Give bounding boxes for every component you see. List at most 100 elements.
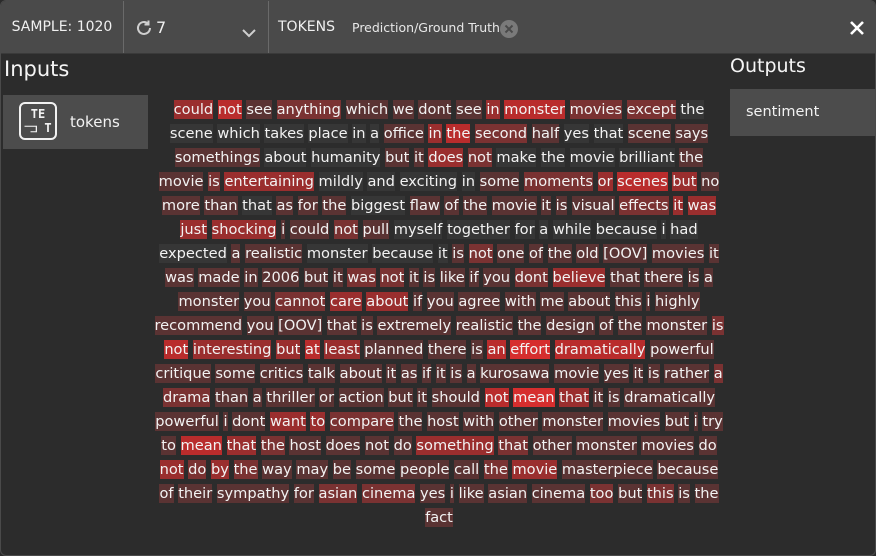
token[interactable]: the xyxy=(233,460,258,479)
token[interactable]: is xyxy=(678,484,690,503)
token[interactable]: expected xyxy=(159,244,227,263)
token[interactable]: least xyxy=(324,340,360,359)
token[interactable]: the xyxy=(617,316,642,335)
token[interactable]: [OOV] xyxy=(278,316,323,335)
token[interactable]: of xyxy=(528,244,544,263)
output-field-sentiment[interactable]: sentiment xyxy=(730,89,875,136)
token[interactable]: interesting xyxy=(192,340,272,359)
token[interactable]: the xyxy=(679,148,704,167)
token[interactable]: mean xyxy=(180,436,222,455)
token[interactable]: monster xyxy=(646,316,708,335)
token[interactable]: while xyxy=(552,220,592,239)
token[interactable]: in xyxy=(428,124,442,143)
token[interactable]: movie xyxy=(569,148,615,167)
token[interactable]: monster xyxy=(504,100,565,119)
token[interactable]: the xyxy=(483,460,508,479)
token[interactable]: with xyxy=(504,292,536,311)
token[interactable]: old xyxy=(576,244,599,263)
chevron-down-icon[interactable] xyxy=(241,23,257,42)
token[interactable]: but xyxy=(304,268,329,287)
token[interactable]: if xyxy=(422,364,432,383)
token[interactable]: place xyxy=(308,124,348,143)
token[interactable]: about xyxy=(264,148,307,167)
token[interactable]: not xyxy=(164,340,189,359)
token[interactable]: realistic xyxy=(245,244,303,263)
token[interactable]: realistic xyxy=(455,316,513,335)
token[interactable]: it xyxy=(435,364,446,383)
token[interactable]: about xyxy=(339,364,382,383)
token[interactable]: effects xyxy=(619,196,669,215)
token[interactable]: should xyxy=(431,388,480,407)
sample-indicator[interactable]: SAMPLE: 1020 xyxy=(1,1,124,53)
token[interactable]: me xyxy=(540,292,564,311)
token[interactable]: made xyxy=(198,268,240,287)
token[interactable]: other xyxy=(532,436,572,455)
token[interactable]: the xyxy=(694,484,719,503)
token[interactable]: something xyxy=(416,436,494,455)
token[interactable]: somethings xyxy=(174,148,260,167)
token[interactable]: see xyxy=(246,100,272,119)
token[interactable]: critics xyxy=(259,364,304,383)
token[interactable]: the xyxy=(463,196,488,215)
token[interactable]: drama xyxy=(162,388,211,407)
token[interactable]: office xyxy=(383,124,424,143)
token[interactable]: yes xyxy=(603,364,629,383)
token[interactable]: critique xyxy=(155,364,211,383)
token[interactable]: you xyxy=(246,316,274,335)
token[interactable]: it xyxy=(417,388,427,407)
token[interactable]: powerful xyxy=(650,340,714,359)
token[interactable]: an xyxy=(487,340,506,359)
token[interactable]: want xyxy=(269,412,306,431)
seed-selector[interactable]: 7 xyxy=(124,1,269,53)
token[interactable]: together xyxy=(447,220,510,239)
token[interactable]: the xyxy=(547,244,572,263)
token[interactable]: which xyxy=(217,124,260,143)
input-field-tokens[interactable]: TE ⫎ T tokens xyxy=(3,95,148,149)
token[interactable]: is xyxy=(687,268,700,287)
token[interactable]: pull xyxy=(362,220,390,239)
token[interactable]: there xyxy=(427,340,467,359)
token[interactable]: recommend xyxy=(154,316,243,335)
token[interactable]: dramatically xyxy=(554,340,646,359)
token[interactable]: biggest xyxy=(350,196,406,215)
token[interactable]: not xyxy=(333,220,358,239)
token[interactable]: you xyxy=(426,292,454,311)
token[interactable]: yes xyxy=(420,484,446,503)
token[interactable]: movies xyxy=(651,244,705,263)
token[interactable]: if xyxy=(469,268,479,287)
token[interactable]: cinema xyxy=(361,484,416,503)
token[interactable]: moments xyxy=(524,172,593,191)
token[interactable]: the xyxy=(680,100,705,119)
token[interactable]: host xyxy=(289,436,321,455)
token[interactable]: scene xyxy=(627,124,671,143)
token[interactable]: dont xyxy=(232,412,266,431)
token[interactable]: action xyxy=(338,388,384,407)
close-icon[interactable] xyxy=(849,20,865,40)
token[interactable]: but xyxy=(388,388,413,407)
token[interactable]: if xyxy=(413,292,423,311)
token[interactable]: this xyxy=(646,484,674,503)
token[interactable]: second xyxy=(475,124,528,143)
token[interactable]: yes xyxy=(563,124,589,143)
token[interactable]: rather xyxy=(664,364,710,383)
token[interactable]: dont xyxy=(514,268,548,287)
token[interactable]: not xyxy=(217,100,242,119)
token[interactable]: monster xyxy=(576,436,637,455)
token[interactable]: it xyxy=(541,196,552,215)
token[interactable]: believe xyxy=(552,268,606,287)
token[interactable]: the xyxy=(446,124,471,143)
token[interactable]: try xyxy=(702,412,723,431)
token[interactable]: is xyxy=(471,340,483,359)
token[interactable]: i xyxy=(281,220,286,239)
token[interactable]: not xyxy=(467,148,492,167)
token[interactable]: care xyxy=(330,292,362,311)
token[interactable]: was xyxy=(165,268,194,287)
token[interactable]: but xyxy=(385,148,410,167)
token[interactable]: does xyxy=(428,148,464,167)
token[interactable]: movie xyxy=(491,196,537,215)
token[interactable]: a xyxy=(231,244,241,263)
token[interactable]: i xyxy=(449,484,454,503)
token[interactable]: asian xyxy=(318,484,358,503)
token[interactable]: than xyxy=(214,388,249,407)
token[interactable]: not xyxy=(484,388,509,407)
